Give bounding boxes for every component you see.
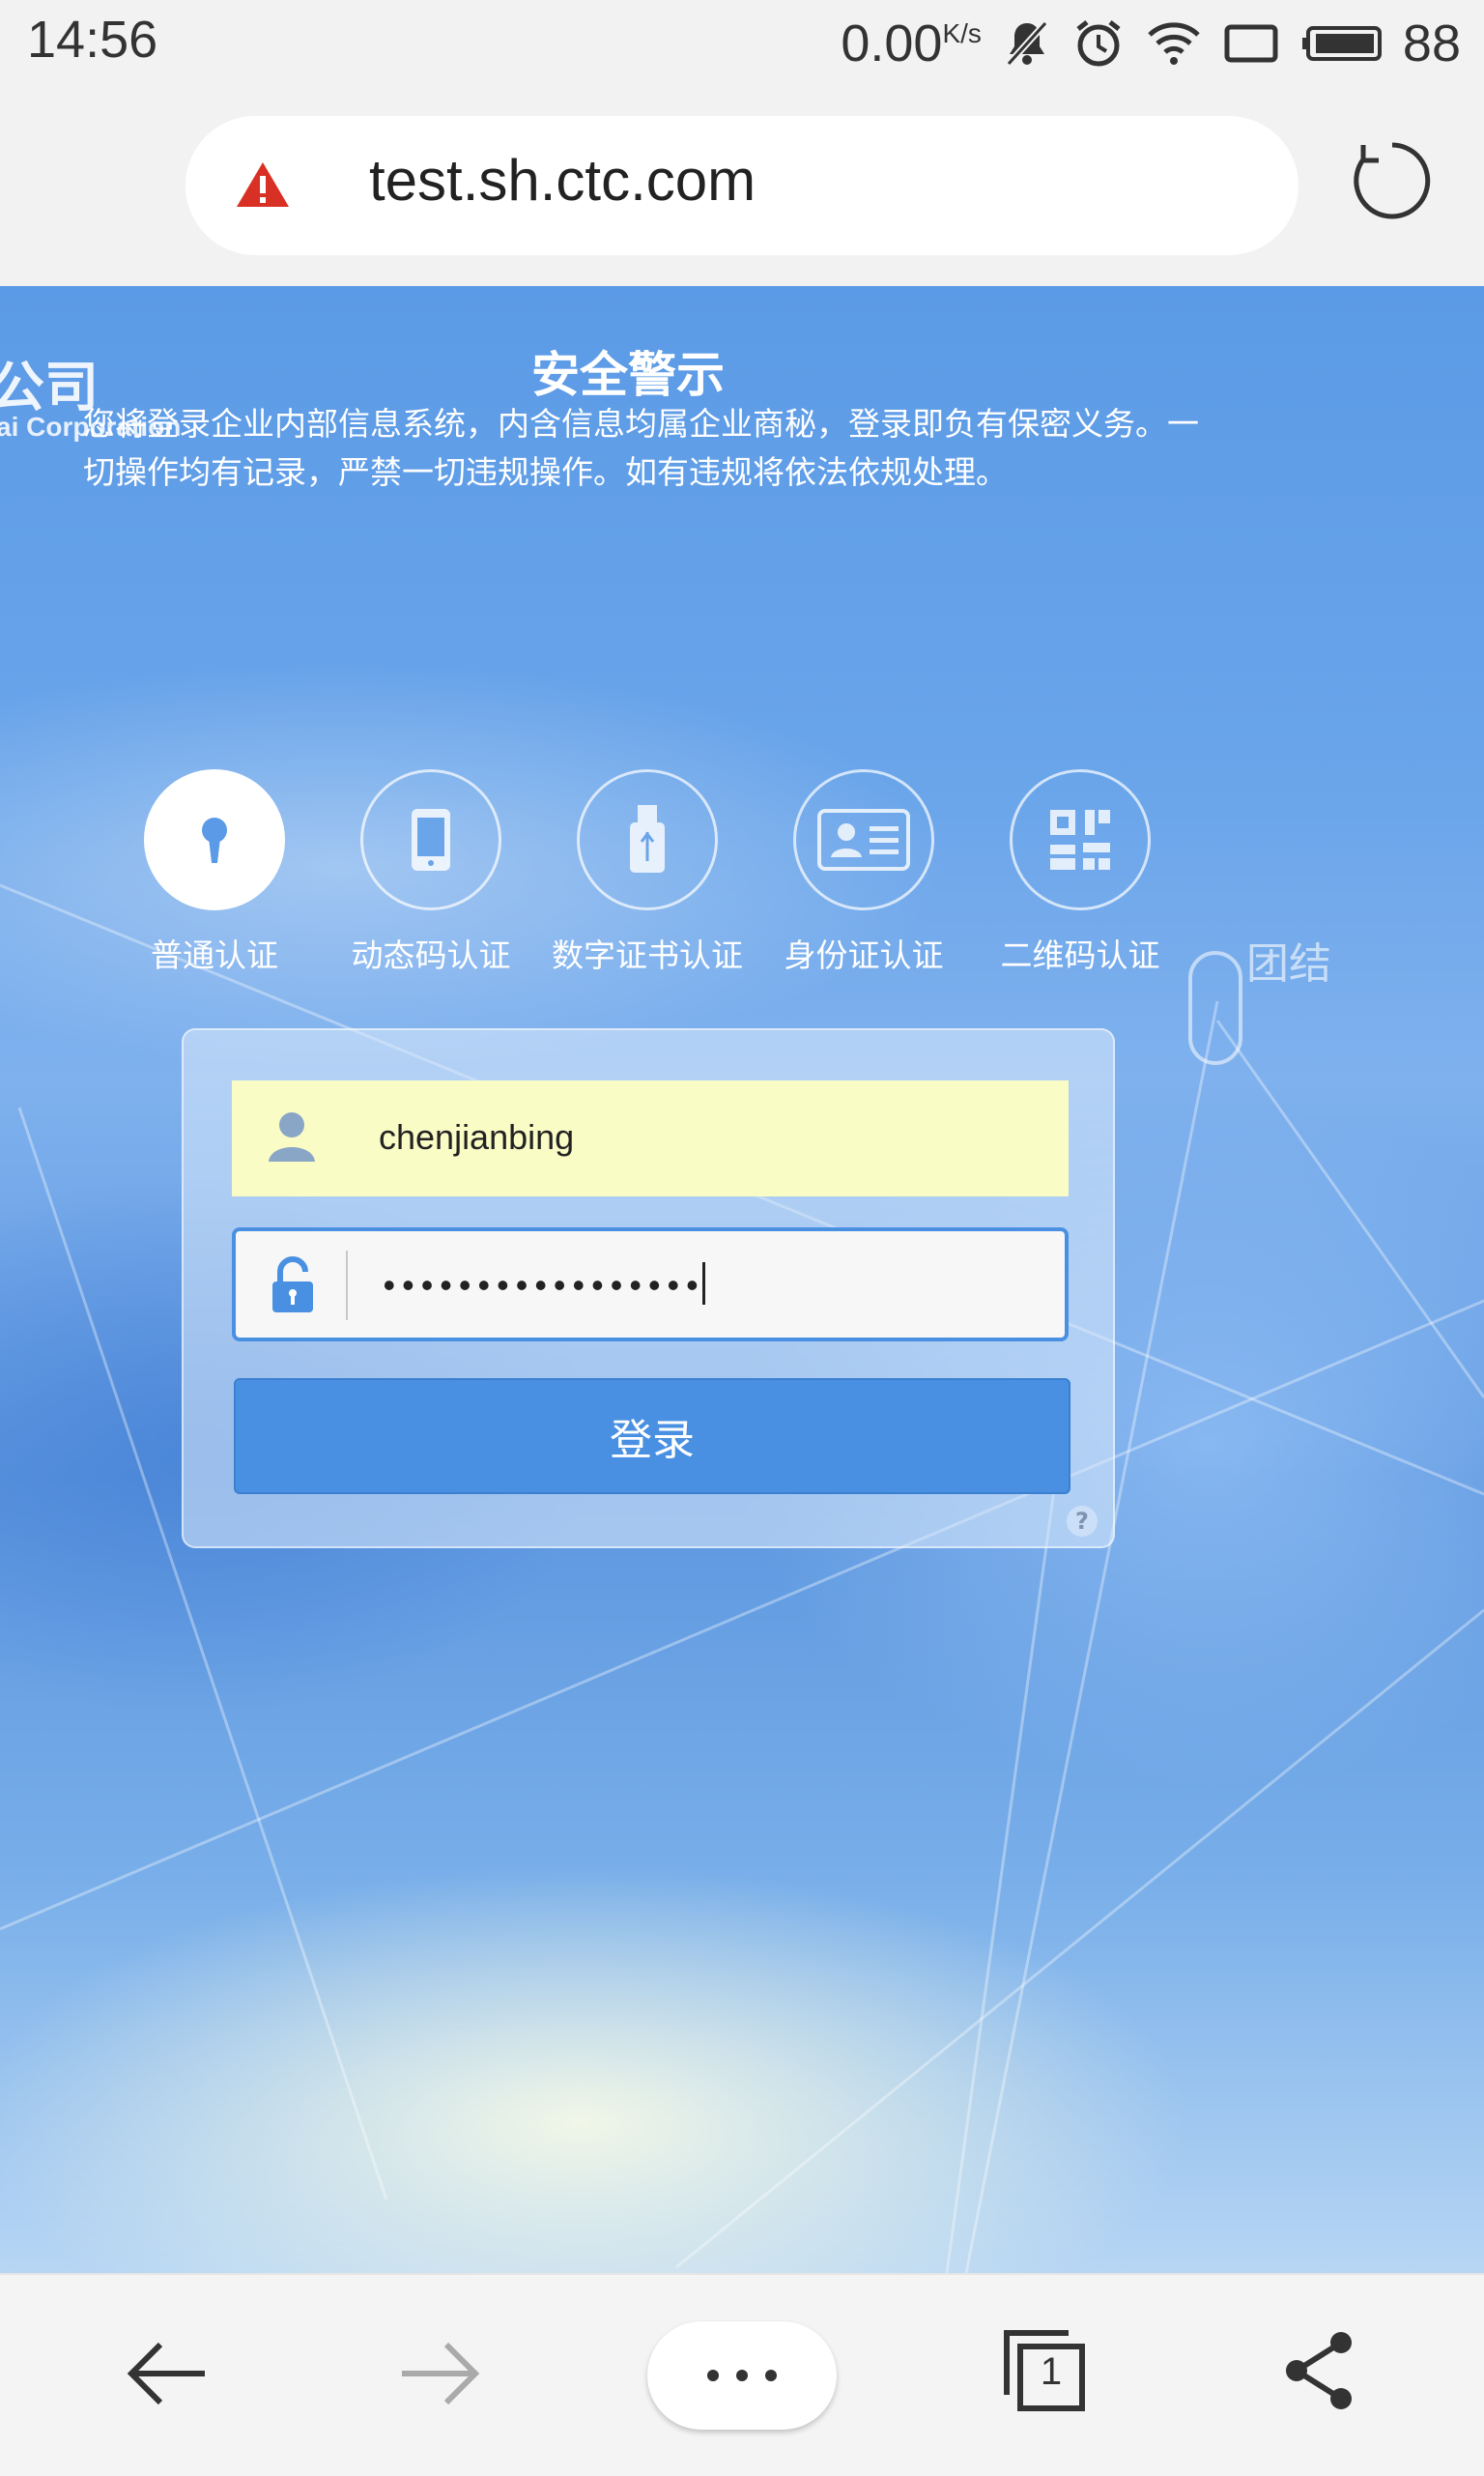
auth-tab-certificate[interactable]: 数字证书认证 [539,769,756,976]
warning-body: 您将登录企业内部信息系统，内含信息均属企业商秘，登录即负有保密义务。一切操作均有… [83,405,1199,491]
password-field[interactable]: ••••••••••••••••• [232,1227,1069,1341]
auth-tab-normal[interactable]: 普通认证 [106,769,323,976]
battery-icon [1300,24,1382,63]
auth-tab-label: 数字证书认证 [552,936,743,974]
login-page: 公司 ai Corporation 安全警示 您将登录企业内部信息系统，内含信息… [0,286,1484,2273]
status-icons: 0.00K/s 88 [841,10,1461,77]
unity-badge-icon [1188,951,1242,1065]
auth-tab-id-card[interactable]: 身份证认证 [756,769,972,976]
help-icon[interactable]: ? [1067,1506,1098,1537]
url-bar[interactable]: test.sh.ctc.com [186,116,1298,255]
username-value[interactable]: chenjianbing [379,1117,574,1158]
warning-icon[interactable] [234,158,292,215]
phone-icon [360,769,501,910]
auth-tab-label: 普通认证 [151,936,278,974]
reload-icon[interactable] [1349,137,1436,228]
warning-title: 安全警示 [531,347,725,403]
browser-bottom-bar: 1 [0,2273,1484,2476]
url-text[interactable]: test.sh.ctc.com [369,147,756,214]
username-field[interactable]: chenjianbing [232,1080,1069,1196]
net-speed-unit: K/s [942,18,982,48]
net-speed: 0.00K/s [841,14,982,73]
user-icon [267,1109,317,1167]
share-icon[interactable] [1281,2329,1358,2416]
status-bar: 14:56 0.00K/s 88 [0,0,1484,87]
battery-level: 88 [1402,14,1461,72]
auth-tab-label: 二维码认证 [1000,936,1160,974]
lock-icon [271,1256,315,1318]
tabs-button[interactable]: 1 [1001,2327,1088,2418]
login-button[interactable]: 登录 [234,1378,1070,1494]
browser-toolbar: test.sh.ctc.com [0,87,1484,286]
login-card: chenjianbing ••••••••••••••••• 登录 ? [182,1028,1115,1548]
screen-icon [1223,21,1279,66]
password-mask: ••••••••••••••••• [379,1268,702,1308]
password-divider [346,1251,348,1320]
more-menu-button[interactable] [647,2321,837,2430]
mute-icon [1003,17,1051,70]
usb-key-icon [577,769,718,910]
alarm-icon [1072,17,1125,70]
auth-tab-qr-code[interactable]: 二维码认证 [972,769,1188,976]
status-time: 14:56 [27,11,158,69]
auth-tab-label: 身份证认证 [784,936,944,974]
keyhole-icon [144,769,285,910]
auth-tab-dynamic-code[interactable]: 动态码认证 [323,769,539,976]
tab-count: 1 [1040,2350,1063,2393]
net-speed-value: 0.00 [841,14,943,72]
more-dots-icon [707,2370,777,2381]
qr-code-icon [1010,769,1151,910]
side-label: 团结 [1246,939,1331,989]
auth-tab-label: 动态码认证 [351,936,511,974]
text-caret [702,1262,706,1305]
password-value[interactable]: ••••••••••••••••• [379,1262,706,1308]
wifi-icon [1146,19,1202,68]
back-icon[interactable] [124,2335,211,2416]
id-card-icon [793,769,934,910]
forward-icon[interactable] [396,2335,483,2416]
